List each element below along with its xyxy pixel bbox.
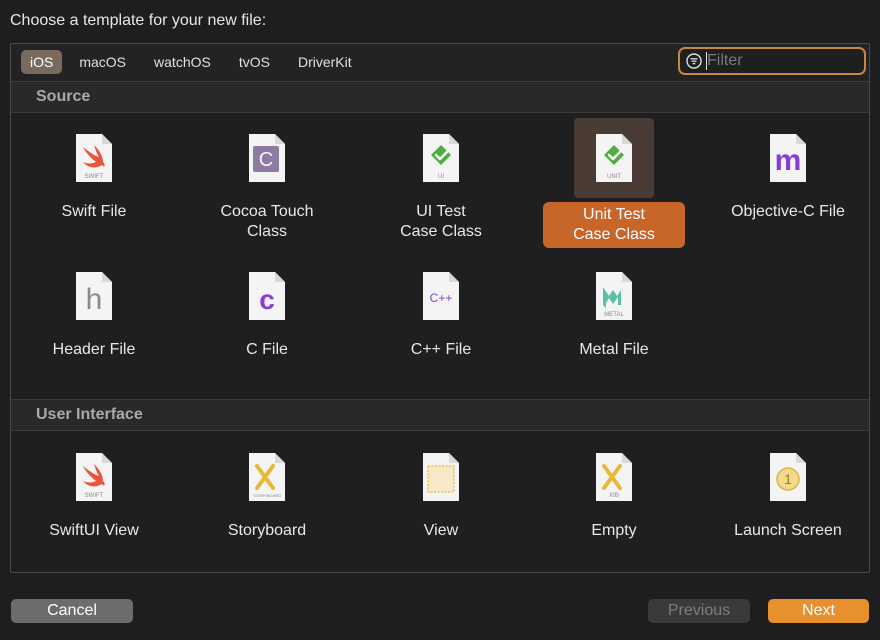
template-cocoa-touch-class[interactable]: C Cocoa Touch Class [187, 118, 347, 242]
section-title: User Interface [36, 406, 143, 423]
empty-xib-icon: XIB [596, 453, 632, 501]
platform-tabbar: iOS macOS watchOS tvOS DriverKit [11, 44, 869, 82]
file-caption: UNIT [607, 174, 621, 180]
file-caption: METAL [604, 312, 624, 318]
template-objective-c-file[interactable]: m Objective-C File [708, 118, 868, 222]
template-swift-file[interactable]: SWIFT Swift File [14, 118, 174, 222]
template-swiftui-view[interactable]: SWIFT SwiftUI View [14, 437, 174, 541]
template-unit-test-case-class[interactable]: UNIT Unit Test Case Class [534, 118, 694, 248]
template-label: Header File [52, 341, 136, 358]
template-empty[interactable]: XIB Empty [534, 437, 694, 541]
template-c-file[interactable]: c C File [187, 256, 347, 360]
template-panel: iOS macOS watchOS tvOS DriverKit Source [10, 43, 870, 573]
template-label: Objective-C File [731, 203, 845, 220]
template-metal-file[interactable]: METAL Metal File [534, 256, 694, 360]
template-label: View [423, 522, 459, 539]
dialog-title: Choose a template for your new file: [10, 12, 267, 29]
template-label: C++ File [410, 341, 472, 358]
glyph: m [775, 144, 802, 177]
file-caption: SWIFT [85, 493, 104, 499]
file-caption: XIB [609, 493, 619, 499]
template-launch-screen[interactable]: 1 Launch Screen [708, 437, 868, 541]
filter-input[interactable] [706, 52, 847, 70]
glyph: C [259, 149, 273, 171]
template-storyboard[interactable]: STORYBOARD Storyboard [187, 437, 347, 541]
file-caption: STORYBOARD [253, 493, 281, 498]
tab-driverkit[interactable]: DriverKit [287, 50, 363, 74]
template-label: UI Test Case Class [400, 203, 482, 240]
glyph: 1 [784, 471, 792, 487]
storyboard-icon: STORYBOARD [249, 453, 285, 501]
template-label: Launch Screen [734, 522, 842, 539]
template-label: Unit Test Case Class [543, 202, 685, 248]
glyph: C++ [430, 291, 453, 305]
tab-watchos[interactable]: watchOS [143, 50, 222, 74]
section-header-source: Source [11, 81, 869, 113]
section-header-user-interface: User Interface [11, 399, 869, 431]
metal-file-icon: METAL [596, 272, 632, 320]
template-label: Metal File [579, 341, 649, 358]
cpp-file-icon: C++ [423, 272, 459, 320]
swift-file-icon: SWIFT [76, 134, 112, 182]
tab-tvos[interactable]: tvOS [228, 50, 281, 74]
tab-ios[interactable]: iOS [21, 50, 63, 74]
ui-test-icon: UI [423, 134, 459, 182]
tab-macos[interactable]: macOS [68, 50, 137, 74]
section-title: Source [36, 88, 91, 105]
template-label: Cocoa Touch Class [220, 203, 314, 240]
swiftui-view-icon: SWIFT [76, 453, 112, 501]
template-label: Empty [591, 522, 637, 539]
template-label: SwiftUI View [49, 522, 139, 539]
template-label: Storyboard [227, 522, 307, 539]
template-view[interactable]: View [361, 437, 521, 541]
objective-c-file-icon: m [770, 134, 806, 182]
next-button[interactable]: Next [768, 599, 869, 623]
cancel-button[interactable]: Cancel [11, 599, 133, 623]
filter-icon [686, 53, 702, 69]
template-cpp-file[interactable]: C++ C++ File [361, 256, 521, 360]
glyph: h [86, 283, 103, 316]
previous-button[interactable]: Previous [648, 599, 750, 623]
header-file-icon: h [76, 272, 112, 320]
template-ui-test-case-class[interactable]: UI UI Test Case Class [361, 118, 521, 242]
glyph: c [259, 284, 275, 315]
template-label: C File [246, 341, 288, 358]
template-label: Swift File [61, 203, 127, 220]
view-icon [423, 453, 459, 501]
cocoa-touch-class-icon: C [249, 134, 285, 182]
unit-test-icon: UNIT [596, 134, 632, 182]
filter-field[interactable] [678, 47, 866, 75]
template-header-file[interactable]: h Header File [14, 256, 174, 360]
file-caption: UI [438, 174, 444, 180]
launch-screen-icon: 1 [770, 453, 806, 501]
c-file-icon: c [249, 272, 285, 320]
file-caption: SWIFT [85, 174, 104, 180]
